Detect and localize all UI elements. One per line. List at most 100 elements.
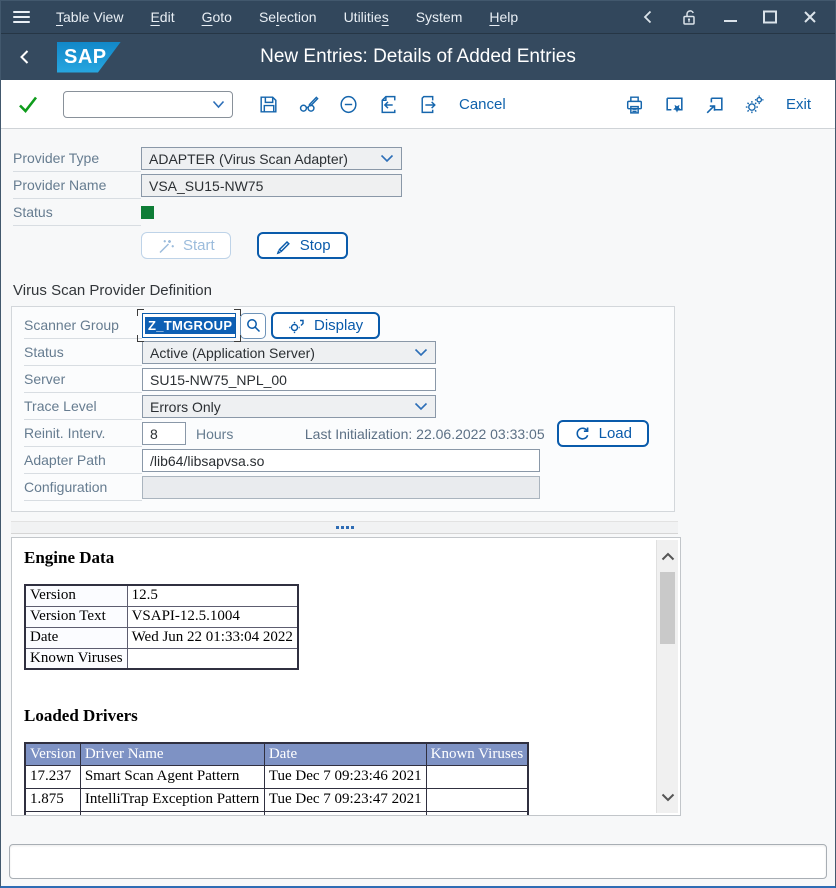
engine-field-label: Version	[25, 585, 127, 606]
configuration-row: Configuration	[12, 474, 674, 501]
menu-item-utilities[interactable]: Utilities	[344, 9, 389, 25]
menu-item-table-view[interactable]: Table View	[56, 9, 123, 25]
menu-item-help[interactable]: Help	[489, 9, 518, 25]
driver-cell: 17.237	[25, 765, 80, 788]
cancel-button[interactable]: Cancel	[455, 96, 510, 113]
pencil-icon	[274, 237, 292, 255]
printer-icon[interactable]	[622, 91, 648, 117]
chevron-left-icon[interactable]	[641, 9, 655, 25]
engine-data-row: Known Viruses	[25, 648, 298, 669]
minimize-icon[interactable]	[724, 10, 738, 24]
driver-cell: IntelliTrap Exception Pattern	[80, 788, 264, 811]
application-toolbar: Cancel Exit	[1, 80, 835, 129]
status-green-square	[141, 206, 154, 219]
close-icon[interactable]	[803, 10, 817, 24]
engine-data-row: DateWed Jun 22 01:33:04 2022	[25, 627, 298, 648]
scrollbar-thumb[interactable]	[660, 572, 675, 644]
shortcut-icon[interactable]	[702, 91, 728, 117]
loaded-drivers-title: Loaded Drivers	[24, 706, 644, 726]
adapter-path-field[interactable]: /lib64/libsapvsa.so	[142, 449, 540, 472]
menu-item-edit[interactable]: Edit	[150, 9, 174, 25]
scanner-group-input[interactable]: Z_TMGROUP	[142, 313, 236, 338]
drivers-column-header: Date	[264, 743, 426, 765]
status-label: Status	[13, 199, 141, 226]
trace-level-label: Trace Level	[24, 393, 142, 420]
load-button[interactable]: Load	[557, 420, 649, 447]
splitter-handle[interactable]	[11, 521, 678, 534]
chevron-down-icon[interactable]	[657, 787, 679, 807]
display-icon	[288, 317, 306, 335]
driver-cell	[426, 788, 528, 811]
provider-name-label: Provider Name	[13, 172, 141, 199]
trace-level-select[interactable]: Errors Only	[142, 395, 436, 418]
display-button[interactable]: Display	[271, 312, 380, 339]
vsp-status-select[interactable]: Active (Application Server)	[142, 341, 436, 364]
driver-row: 0.253IntelliTrap PatternTue Dec 7 09:23:…	[25, 811, 528, 816]
search-help-icon[interactable]	[240, 313, 266, 339]
start-button[interactable]: Start	[141, 232, 231, 259]
check-icon[interactable]	[15, 91, 41, 117]
menu-item-goto[interactable]: Goto	[202, 9, 232, 25]
window-controls	[641, 8, 835, 27]
driver-cell: Tue Dec 7 09:23:47 2021	[264, 788, 426, 811]
scanner-group-label: Scanner Group	[24, 312, 142, 339]
maximize-icon[interactable]	[763, 10, 778, 24]
configuration-label: Configuration	[24, 474, 142, 501]
title-bar: SAP New Entries: Details of Added Entrie…	[1, 33, 835, 80]
save-icon[interactable]	[255, 91, 281, 117]
provider-type-label: Provider Type	[13, 145, 141, 172]
chevron-down-icon	[414, 402, 428, 411]
hamburger-icon[interactable]	[1, 11, 40, 23]
circle-minus-icon[interactable]	[335, 91, 361, 117]
back-page-icon[interactable]	[375, 91, 401, 117]
vsp-status-label: Status	[24, 339, 142, 366]
provider-type-select[interactable]: ADAPTER (Virus Scan Adapter)	[141, 147, 402, 170]
engine-field-label: Known Viruses	[25, 648, 127, 669]
server-field[interactable]: SU15-NW75_NPL_00	[142, 368, 436, 391]
chevron-down-icon	[414, 348, 428, 357]
driver-cell: 0.253	[25, 811, 80, 816]
driver-cell	[426, 811, 528, 816]
reinit-row: Reinit. Interv. 8 Hours Last Initializat…	[12, 420, 674, 447]
command-field[interactable]	[63, 91, 233, 118]
exit-page-icon[interactable]	[415, 91, 441, 117]
reinit-label: Reinit. Interv.	[24, 420, 142, 447]
viewer-scrollbar[interactable]	[656, 540, 678, 813]
status-bar[interactable]	[9, 844, 827, 879]
server-label: Server	[24, 366, 142, 393]
unlock-icon[interactable]	[680, 8, 699, 27]
provider-name-field[interactable]: VSA_SU15-NW75	[141, 174, 402, 197]
drivers-column-header: Version	[25, 743, 80, 765]
settings-icon[interactable]	[742, 91, 768, 117]
stop-button[interactable]: Stop	[257, 232, 348, 259]
reinit-input[interactable]: 8	[142, 422, 186, 445]
menu-items: Table View Edit Goto Selection Utilities Syst…	[56, 9, 518, 25]
main-content: Provider Type ADAPTER (Virus Scan Adapte…	[1, 129, 835, 886]
trace-level-row: Trace Level Errors Only	[12, 393, 674, 420]
last-initialization-text: Last Initialization: 22.06.2022 03:33:05	[305, 426, 545, 442]
sap-gui-window: Table View Edit Goto Selection Utilities Syst…	[0, 0, 836, 888]
new-session-icon[interactable]	[662, 91, 688, 117]
exit-button[interactable]: Exit	[782, 96, 815, 113]
engine-data-title: Engine Data	[24, 548, 644, 568]
driver-row: 1.875IntelliTrap Exception PatternTue De…	[25, 788, 528, 811]
provider-name-row: Provider Name VSA_SU15-NW75	[1, 172, 835, 199]
driver-cell: IntelliTrap Pattern	[80, 811, 264, 816]
page-title: New Entries: Details of Added Entries	[1, 46, 835, 68]
refresh-icon	[574, 425, 591, 442]
chevron-up-icon[interactable]	[657, 546, 679, 566]
start-stop-row: Start Stop	[1, 232, 835, 259]
status-row: Status	[1, 199, 835, 226]
driver-cell: Tue Dec 7 09:23:47 2021	[264, 811, 426, 816]
chevron-down-icon	[380, 154, 394, 163]
menu-item-system[interactable]: System	[416, 9, 463, 25]
engine-field-label: Date	[25, 627, 127, 648]
drivers-column-header: Known Viruses	[426, 743, 528, 765]
drivers-column-header: Driver Name	[80, 743, 264, 765]
driver-row: 17.237Smart Scan Agent PatternTue Dec 7 …	[25, 765, 528, 788]
menu-item-selection[interactable]: Selection	[259, 9, 317, 25]
display-change-icon[interactable]	[295, 91, 321, 117]
section-title: Virus Scan Provider Definition	[13, 282, 835, 299]
driver-cell: Smart Scan Agent Pattern	[80, 765, 264, 788]
configuration-field[interactable]	[142, 476, 540, 499]
